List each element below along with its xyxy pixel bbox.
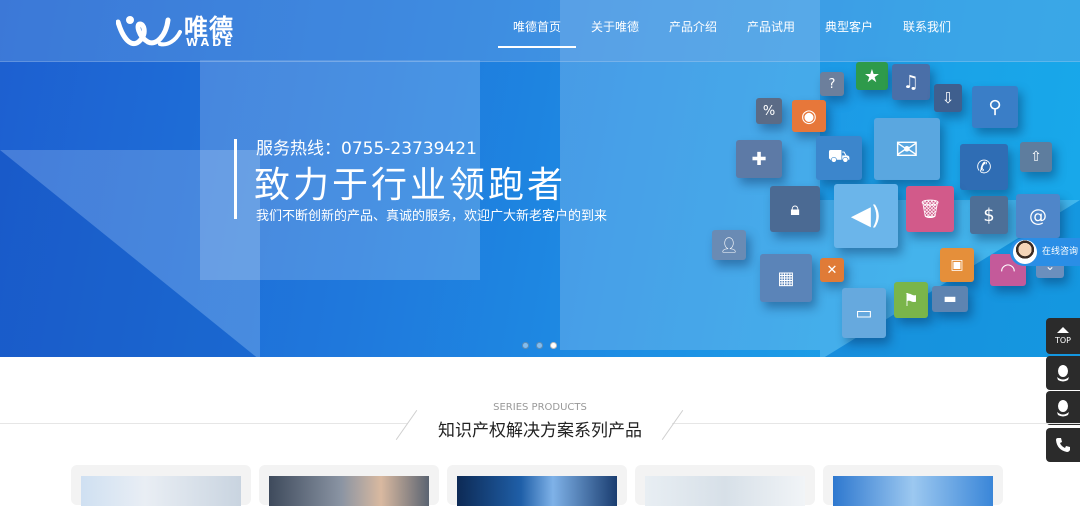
product-card[interactable] — [259, 465, 439, 506]
logo-mark-icon — [116, 16, 182, 47]
product-image — [269, 476, 429, 506]
banner-headline: 致力于行业领跑者 — [254, 165, 567, 206]
nav-clients[interactable]: 典型客户 — [810, 0, 888, 62]
product-image — [645, 476, 805, 506]
speaker-icon: ◀) — [834, 184, 898, 248]
dollar-icon: $ — [970, 196, 1008, 234]
at-sign-icon: @ — [1016, 194, 1060, 238]
site-header: 唯德 WADE 唯德首页 关于唯德 产品介绍 产品试用 典型客户 联系我们 — [0, 0, 1080, 62]
gamepad-icon: ✚ — [736, 140, 782, 178]
nav-home[interactable]: 唯德首页 — [498, 0, 576, 62]
save-icon: ▣ — [940, 248, 974, 282]
nav-about[interactable]: 关于唯德 — [576, 0, 654, 62]
download-icon: ⇩ — [934, 84, 962, 112]
card-icon: ▬ — [932, 286, 968, 312]
product-image — [833, 476, 993, 506]
carousel-pagination — [522, 342, 557, 349]
product-cards — [71, 465, 1003, 506]
qq-icon — [1057, 365, 1069, 382]
nav-contact[interactable]: 联系我们 — [888, 0, 966, 62]
cart-icon: ⛟ — [816, 136, 862, 180]
calculator-icon: ▦ — [760, 254, 812, 302]
star-icon: ★ — [856, 62, 888, 90]
nav-trial[interactable]: 产品试用 — [732, 0, 810, 62]
banner-subline: 我们不断创新的产品、真诚的服务，欢迎广大新老客户的到来 — [256, 209, 608, 224]
carousel-dot-active[interactable] — [550, 342, 557, 349]
product-image — [81, 476, 241, 506]
music-icon: ♫ — [892, 64, 930, 100]
carousel-dot[interactable] — [536, 342, 543, 349]
top-label: TOP — [1054, 336, 1071, 345]
logo-text-en: WADE — [186, 36, 235, 49]
product-card[interactable] — [447, 465, 627, 506]
carousel-dot[interactable] — [522, 342, 529, 349]
product-card[interactable] — [635, 465, 815, 506]
lock-icon: 🔒︎ — [770, 186, 820, 232]
nav-products[interactable]: 产品介绍 — [654, 0, 732, 62]
question-icon: ? — [820, 72, 844, 96]
percent-icon: % — [756, 98, 782, 124]
section-title: 知识产权解决方案系列产品 — [438, 421, 642, 441]
banner-decor — [0, 150, 260, 357]
trash-icon: 🗑︎ — [906, 186, 954, 232]
search-icon: ⚲ — [972, 86, 1018, 128]
qq-button-1[interactable] — [1046, 356, 1080, 390]
back-to-top-button[interactable]: TOP — [1046, 318, 1080, 354]
mail-icon: ✉ — [874, 118, 940, 180]
agent-avatar — [1013, 240, 1037, 264]
arrow-up-icon — [1057, 327, 1069, 333]
product-image — [457, 476, 617, 506]
main-nav: 唯德首页 关于唯德 产品介绍 产品试用 典型客户 联系我们 — [498, 0, 966, 62]
product-card[interactable] — [823, 465, 1003, 506]
folder-icon: ▭ — [842, 288, 886, 338]
flag-icon: ⚑ — [894, 282, 928, 318]
slogan-accent-bar — [234, 139, 237, 219]
upload-icon: ⇧ — [1020, 142, 1052, 172]
tools-icon: ✕ — [820, 258, 844, 282]
phone-icon: ✆ — [960, 144, 1008, 190]
section-subtitle: SERIES PRODUCTS — [493, 402, 587, 413]
site-logo[interactable]: 唯德 WADE — [116, 6, 246, 54]
online-consult-button[interactable]: 在线咨询 — [1010, 238, 1080, 266]
product-card[interactable] — [71, 465, 251, 506]
camera-icon: ◉ — [792, 100, 826, 132]
consult-label: 在线咨询 — [1042, 247, 1079, 257]
user-icon: 👤︎ — [712, 230, 746, 260]
